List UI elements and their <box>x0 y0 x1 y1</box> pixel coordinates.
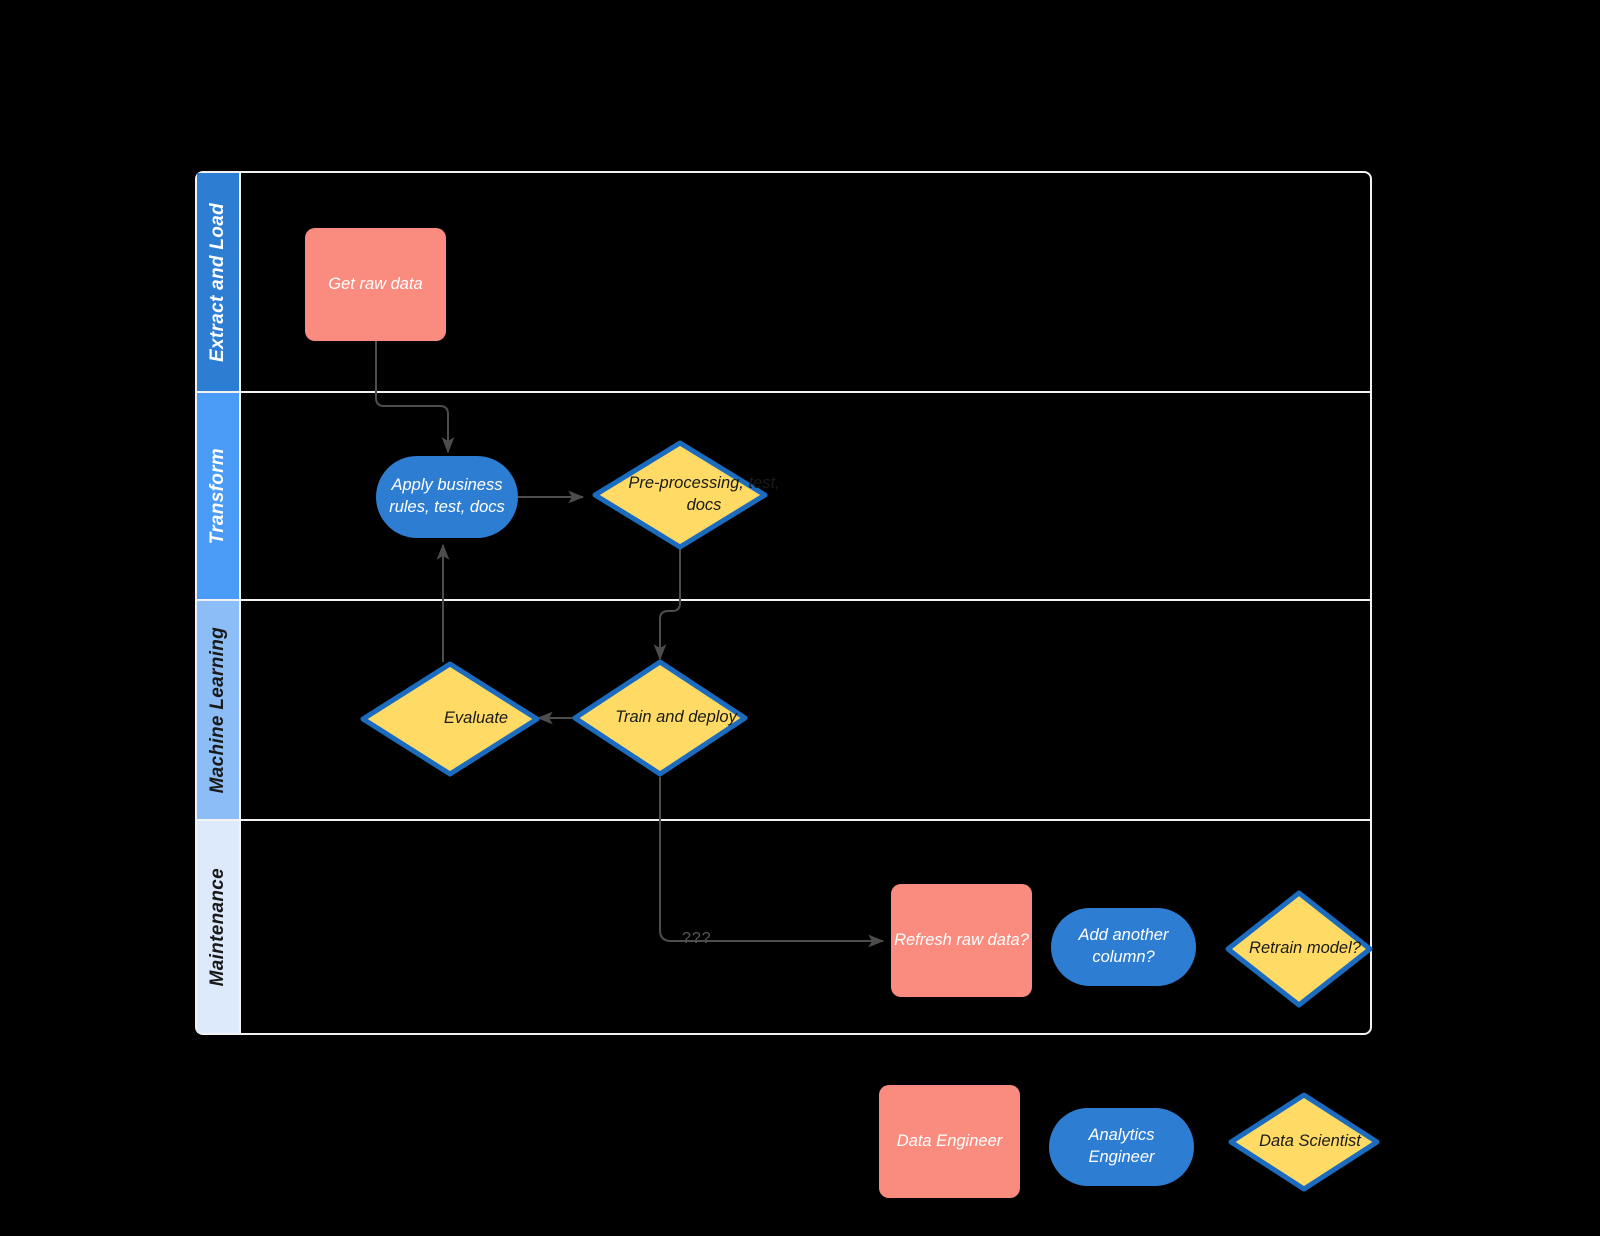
edge-label-question-marks: ??? <box>682 930 712 947</box>
legend-item-data-engineer[interactable]: Data Engineer <box>879 1085 1020 1198</box>
diamond-shape-pre-processing <box>592 440 768 550</box>
legend-item-data-scientist[interactable]: Data Scientist <box>1228 1092 1380 1192</box>
node-label-get-raw-data: Get raw data <box>328 274 423 293</box>
diamond-shape-retrain-model <box>1225 890 1373 1008</box>
legend-label-data-engineer: Data Engineer <box>896 1131 1003 1150</box>
edge-get-raw-data-to-apply-business-rules <box>375 341 455 454</box>
node-get-raw-data[interactable]: Get raw data <box>305 228 446 341</box>
edge-train-and-deploy-to-refresh-raw-data <box>659 777 885 948</box>
node-retrain-model[interactable]: Retrain model? <box>1225 890 1373 1008</box>
diamond-shape-data-scientist <box>1228 1092 1380 1192</box>
node-pre-processing[interactable]: Pre-processing, test, docs <box>592 440 780 550</box>
node-add-another-column[interactable]: Add another column? <box>1051 908 1196 986</box>
swimlane-diagram: Extract and Load Transform Machine Learn… <box>0 0 1600 1236</box>
diamond-shape-train-and-deploy <box>572 659 748 777</box>
node-evaluate[interactable]: Evaluate <box>360 661 540 777</box>
node-apply-business-rules[interactable]: Apply business rules, test, docs <box>376 456 518 538</box>
legend-label-analytics-engineer: Analytics Engineer <box>1088 1126 1155 1166</box>
legend-item-analytics-engineer[interactable]: Analytics Engineer <box>1049 1108 1194 1186</box>
node-label-apply-business-rules: Apply business rules, test, docs <box>389 476 505 516</box>
node-label-refresh-raw-data: Refresh raw data? <box>894 930 1029 949</box>
node-train-and-deploy[interactable]: Train and deploy <box>572 659 748 777</box>
edge-pre-processing-to-train-and-deploy <box>653 549 681 661</box>
node-label-add-another-column: Add another column? <box>1078 926 1169 966</box>
diamond-shape-evaluate <box>360 661 540 777</box>
node-refresh-raw-data[interactable]: Refresh raw data? <box>891 884 1032 997</box>
connector-layer <box>375 341 885 948</box>
